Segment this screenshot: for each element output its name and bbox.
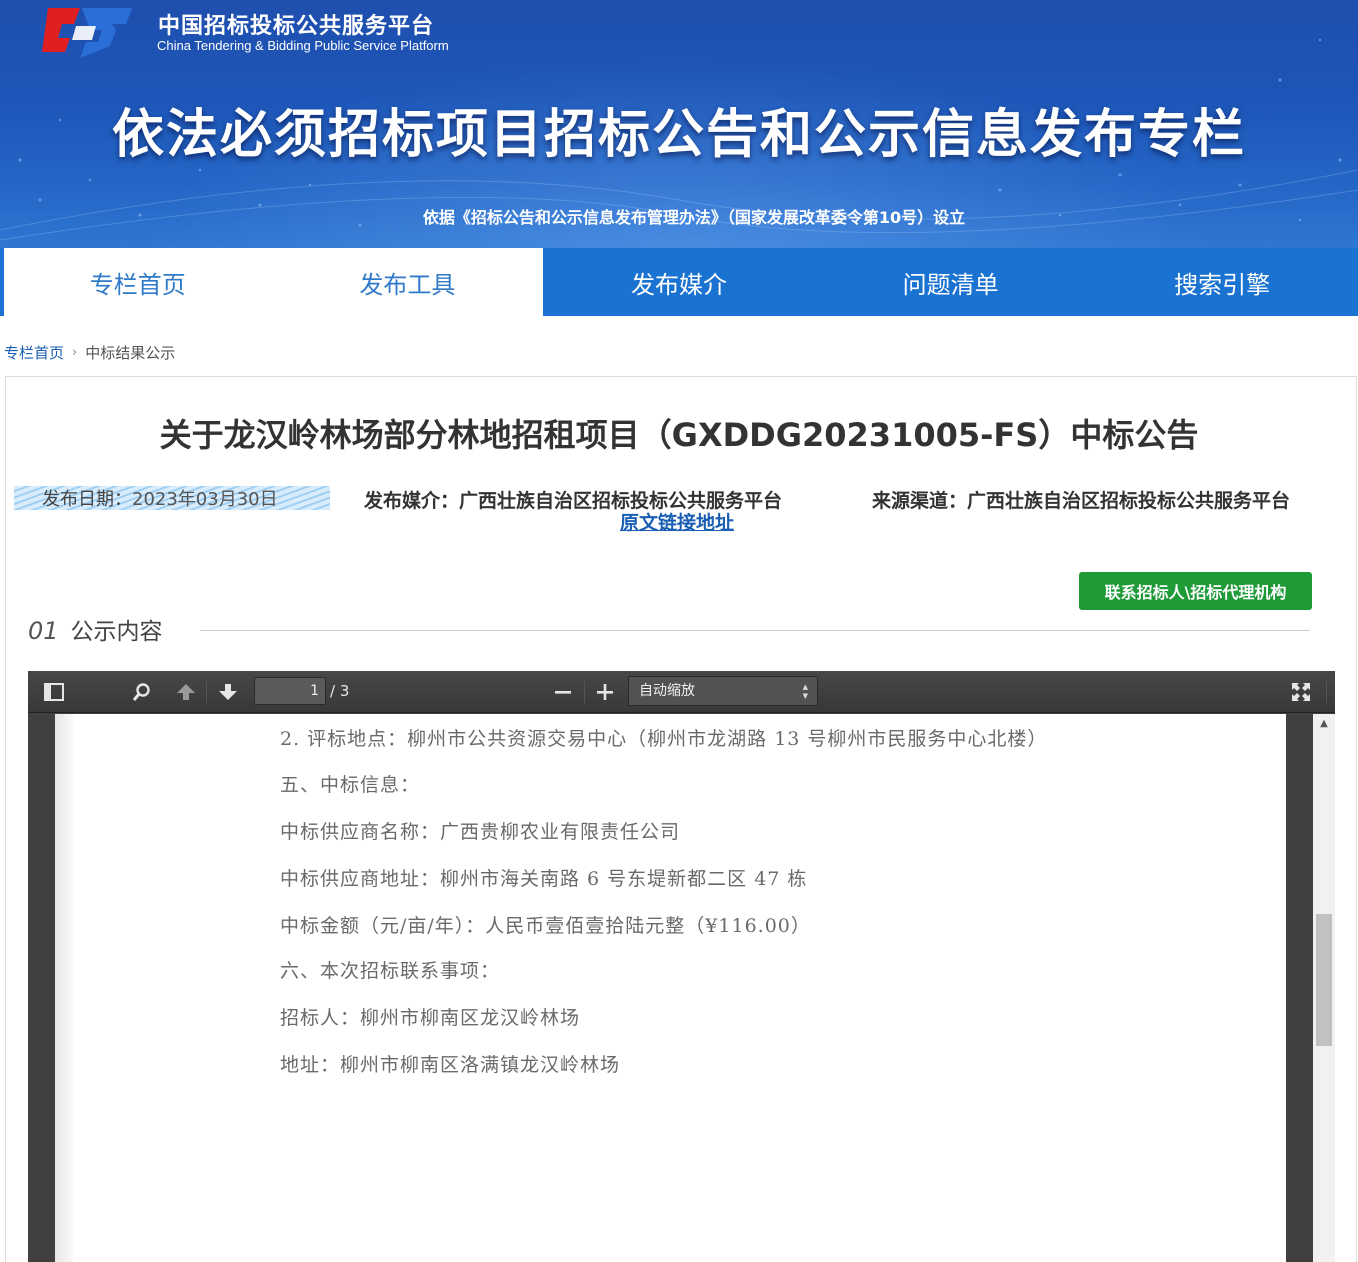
- publish-date-label: 发布日期：: [42, 489, 132, 510]
- source-channel: 来源渠道：广西壮族自治区招标投标公共服务平台: [872, 490, 1291, 512]
- pdf-page: 2. 评标地点：柳州市公共资源交易中心（柳州市龙湖路 13 号柳州市民服务中心北…: [55, 714, 1286, 1262]
- arrow-up-icon[interactable]: [172, 677, 200, 707]
- select-arrows-icon: ▲ ▼: [802, 683, 808, 700]
- nav-item-home[interactable]: 专栏首页: [0, 248, 272, 316]
- nav-item-media[interactable]: 发布媒介: [543, 248, 815, 316]
- origin-link[interactable]: 原文链接地址: [620, 508, 734, 535]
- chevron-right-icon: ›: [72, 345, 78, 360]
- pdf-viewer: 1 / 3 自动缩放 ▲ ▼ 2. 评标地点：柳州市公共资源交易中心（柳州市龙湖路…: [28, 671, 1335, 1262]
- zoom-select-value: 自动缩放: [639, 683, 695, 699]
- section-divider: [200, 630, 1310, 631]
- header-banner: 中国招标投标公共服务平台 China Tendering & Bidding P…: [0, 0, 1358, 248]
- section-number: 01: [28, 617, 59, 645]
- pdf-text-line: 招标人：柳州市柳南区龙汉岭林场: [280, 1007, 581, 1029]
- banner-title: 依法必须招标项目招标公告和公示信息发布专栏: [111, 105, 1246, 165]
- banner-subtitle: 依据《招标公告和公示信息发布管理办法》（国家发展改革委令第10号）设立: [422, 208, 966, 227]
- scroll-up-arrow-icon[interactable]: ▲: [1313, 718, 1335, 734]
- pdf-text-line: 地址：柳州市柳南区洛满镇龙汉岭林场: [280, 1054, 621, 1076]
- pdf-text-line: 2. 评标地点：柳州市公共资源交易中心（柳州市龙湖路 13 号柳州市民服务中心北…: [280, 728, 1048, 750]
- pdf-text-line: 中标供应商名称：广西贵柳农业有限责任公司: [280, 821, 681, 843]
- zoom-in-icon[interactable]: [592, 677, 618, 707]
- search-icon[interactable]: [128, 677, 156, 707]
- nav-item-faq[interactable]: 问题清单: [815, 248, 1087, 316]
- zoom-out-icon[interactable]: [550, 677, 576, 707]
- nav-item-search[interactable]: 搜索引擎: [1086, 248, 1358, 316]
- toolbar-separator: [1326, 681, 1327, 703]
- notice-title: 关于龙汉岭林场部分林地招租项目（GXDDG20231005-FS）中标公告: [159, 416, 1199, 454]
- publish-date: 发布日期： 2023年03月30日: [14, 486, 330, 510]
- page-count: / 3: [330, 682, 350, 700]
- pdf-text-line: 中标供应商地址：柳州市海关南路 6 号东堤新都二区 47 栋: [280, 868, 808, 890]
- toolbar-separator: [206, 681, 207, 703]
- contact-tenderer-button[interactable]: 联系招标人\招标代理机构: [1079, 572, 1312, 610]
- toolbar-separator: [584, 681, 585, 703]
- pdf-toolbar: 1 / 3 自动缩放 ▲ ▼: [28, 671, 1335, 713]
- page-number-input[interactable]: 1: [254, 677, 326, 705]
- nav-item-tools[interactable]: 发布工具: [271, 248, 544, 316]
- sidebar-toggle-icon[interactable]: [40, 677, 68, 707]
- pdf-scrollbar[interactable]: ▲: [1313, 714, 1335, 1262]
- brand-name-en: China Tendering & Bidding Public Service…: [157, 38, 449, 53]
- pdf-text-line: 中标金额（元/亩/年）：人民币壹佰壹拾陆元整（¥116.00）: [280, 915, 811, 937]
- brand-name-cn: 中国招标投标公共服务平台: [158, 14, 435, 39]
- breadcrumb-home-link[interactable]: 专栏首页: [4, 342, 64, 363]
- zoom-select[interactable]: 自动缩放 ▲ ▼: [628, 676, 818, 706]
- section-label: 公示内容: [70, 619, 163, 645]
- pdf-text-line: 五、中标信息：: [280, 774, 421, 796]
- breadcrumb: 专栏首页 › 中标结果公示: [4, 342, 175, 363]
- publish-date-value: 2023年03月30日: [132, 489, 278, 510]
- fullscreen-icon[interactable]: [1286, 677, 1316, 707]
- pdf-text-line: 六、本次招标联系事项：: [280, 960, 501, 982]
- section-heading: 01 公示内容: [28, 612, 163, 646]
- breadcrumb-current: 中标结果公示: [85, 344, 176, 362]
- scroll-thumb[interactable]: [1316, 914, 1332, 1046]
- platform-logo: [42, 8, 132, 58]
- main-nav: 专栏首页 发布工具 发布媒介 问题清单 搜索引擎: [0, 248, 1358, 316]
- arrow-down-icon[interactable]: [214, 677, 242, 707]
- page-edge-shadow: [55, 714, 73, 1262]
